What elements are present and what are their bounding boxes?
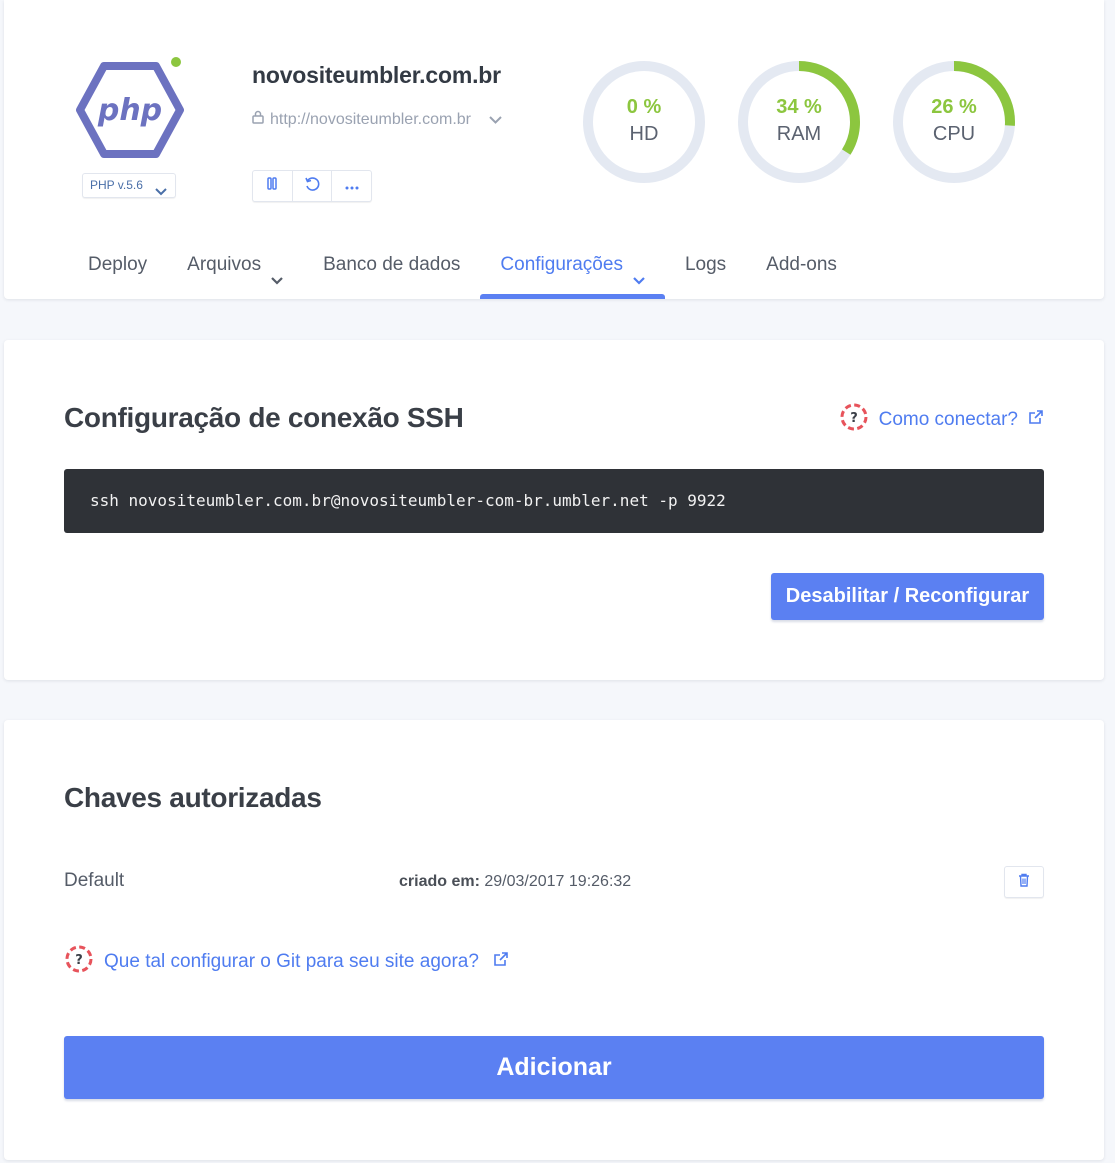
key-list-item: Default criado em: 29/03/2017 19:26:32 (64, 866, 1044, 900)
ram-usage-gauge: 34 % RAM (737, 60, 861, 184)
chevron-down-icon (155, 181, 167, 204)
ssh-command-block[interactable]: ssh novositeumbler.com.br@novositeumbler… (64, 469, 1044, 533)
tab-label: Configurações (500, 254, 623, 275)
site-tabs: Deploy Arquivos Banco de dados Configura… (68, 246, 857, 299)
external-link-icon (493, 951, 509, 973)
restart-icon (304, 176, 320, 197)
cpu-usage-gauge: 26 % CPU (892, 60, 1016, 184)
more-options-button[interactable] (332, 171, 371, 201)
restart-button[interactable] (293, 171, 333, 201)
pause-button[interactable] (253, 171, 293, 201)
authorized-keys-card: Chaves autorizadas Default criado em: 29… (4, 720, 1104, 1160)
how-to-connect-label: Como conectar? (878, 409, 1018, 430)
key-created-value: 29/03/2017 19:26:32 (484, 873, 632, 890)
site-header-card: php PHP v.5.6 novositeumbler.com.br http… (4, 0, 1104, 299)
cpu-usage-percent: 26 % (931, 96, 977, 118)
online-status-dot (171, 57, 181, 67)
hd-usage-label: HD (629, 123, 659, 145)
tab-add-ons[interactable]: Add-ons (746, 246, 857, 299)
ram-usage-label: RAM (776, 123, 822, 145)
hd-usage-gauge: 0 % HD (582, 60, 706, 184)
chevron-down-icon (633, 261, 645, 299)
configure-git-link[interactable]: ? Que tal configurar o Git para seu site… (64, 944, 509, 980)
tab-label: Arquivos (187, 254, 262, 275)
tab-logs[interactable]: Logs (665, 246, 746, 299)
pause-icon (266, 177, 278, 195)
key-created-date: criado em: 29/03/2017 19:26:32 (399, 873, 631, 891)
ssh-config-title: Configuração de conexão SSH (64, 402, 464, 433)
php-version-select[interactable]: PHP v.5.6 (82, 173, 176, 198)
svg-text:?: ? (75, 953, 83, 968)
hd-usage-percent: 0 % (626, 96, 662, 118)
site-url-row: http://novositeumbler.com.br (252, 110, 502, 129)
add-key-button[interactable]: Adicionar (64, 1036, 1044, 1099)
ssh-config-card: Configuração de conexão SSH ? Como conec… (4, 340, 1104, 680)
ram-usage-percent: 34 % (776, 96, 822, 118)
tab-label: Banco de dados (323, 254, 461, 275)
site-actions (252, 170, 372, 202)
chevron-down-icon (271, 261, 283, 299)
php-logo-icon: php (74, 60, 186, 160)
tab-deploy[interactable]: Deploy (68, 246, 167, 299)
tab-arquivos[interactable]: Arquivos (167, 246, 303, 299)
tab-banco-de-dados[interactable]: Banco de dados (303, 246, 480, 299)
tab-label: Add-ons (766, 254, 837, 275)
external-link-icon (1028, 409, 1044, 431)
help-lifebuoy-icon: ? (839, 402, 869, 438)
trash-icon (1018, 873, 1030, 892)
tab-label: Deploy (88, 254, 148, 275)
delete-key-button[interactable] (1004, 866, 1044, 898)
configure-git-label: Que tal configurar o Git para seu site a… (104, 951, 479, 972)
key-name: Default (64, 870, 125, 891)
php-logo-text: php (97, 93, 162, 128)
cpu-usage-label: CPU (932, 123, 976, 145)
site-url-link[interactable]: http://novositeumbler.com.br (270, 111, 471, 129)
tab-configuracoes[interactable]: Configurações (480, 246, 665, 299)
php-version-label: PHP v.5.6 (90, 178, 143, 192)
svg-text:?: ? (850, 411, 858, 426)
help-lifebuoy-icon: ? (64, 944, 94, 980)
site-name: novositeumbler.com.br (252, 62, 501, 88)
authorized-keys-title: Chaves autorizadas (64, 782, 322, 813)
url-dropdown-chevron-icon[interactable] (489, 111, 502, 129)
disable-reconfigure-button[interactable]: Desabilitar / Reconfigurar (771, 573, 1044, 620)
key-created-label: criado em: (399, 873, 480, 890)
tab-label: Logs (684, 254, 727, 275)
more-icon (345, 177, 359, 195)
how-to-connect-link[interactable]: ? Como conectar? (839, 402, 1044, 438)
lock-icon (252, 110, 264, 129)
